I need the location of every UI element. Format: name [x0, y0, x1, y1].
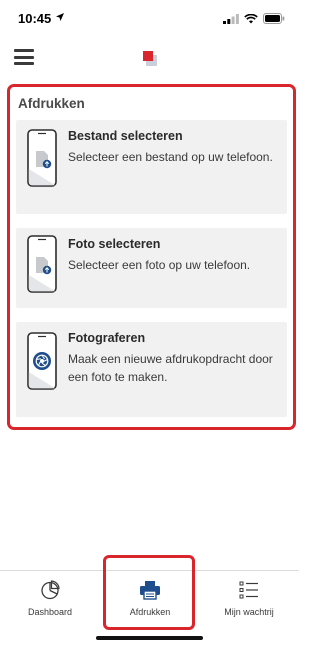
battery-icon — [263, 13, 285, 24]
option-select-file[interactable]: Bestand selecteren Selecteer een bestand… — [16, 120, 287, 214]
home-indicator — [96, 636, 203, 640]
active-tab-highlight — [103, 555, 195, 630]
file-upload-icon — [27, 129, 57, 187]
option-text: Foto selecteren Selecteer een foto op uw… — [68, 235, 279, 274]
app-header — [0, 40, 299, 76]
panel-title: Afdrukken — [18, 96, 85, 111]
tab-mijn-wachtrij[interactable]: Mijn wachtrij — [199, 571, 299, 631]
option-title: Fotograferen — [68, 331, 146, 345]
status-bar: 10:45 — [0, 0, 299, 36]
option-text: Fotograferen Maak een nieuwe afdrukopdra… — [68, 329, 279, 386]
cellular-signal-icon — [223, 13, 239, 24]
tab-dashboard[interactable]: Dashboard — [0, 571, 100, 631]
print-options-panel: Afdrukken Bestand selecteren Selecteer e… — [7, 84, 296, 430]
option-title: Bestand selecteren — [68, 129, 183, 143]
pie-chart-icon — [41, 580, 60, 600]
option-description: Selecteer een foto op uw telefoon. — [68, 258, 251, 272]
option-take-photo[interactable]: Fotograferen Maak een nieuwe afdrukopdra… — [16, 322, 287, 417]
location-arrow-icon — [56, 13, 64, 21]
status-time: 10:45 — [18, 11, 52, 26]
photo-upload-icon — [27, 235, 57, 293]
menu-icon[interactable] — [14, 49, 34, 65]
status-icons — [223, 13, 285, 24]
option-select-photo[interactable]: Foto selecteren Selecteer een foto op uw… — [16, 228, 287, 308]
option-description: Selecteer een bestand op uw telefoon. — [68, 150, 273, 164]
list-icon — [239, 581, 258, 599]
wifi-icon — [244, 13, 258, 23]
camera-icon — [27, 332, 57, 390]
tab-label: Mijn wachtrij — [224, 607, 274, 617]
app-logo — [143, 51, 157, 66]
option-title: Foto selecteren — [68, 237, 161, 251]
tab-label: Dashboard — [27, 607, 73, 617]
option-text: Bestand selecteren Selecteer een bestand… — [68, 127, 279, 166]
option-description: Maak een nieuwe afdrukopdracht door een … — [68, 352, 273, 384]
